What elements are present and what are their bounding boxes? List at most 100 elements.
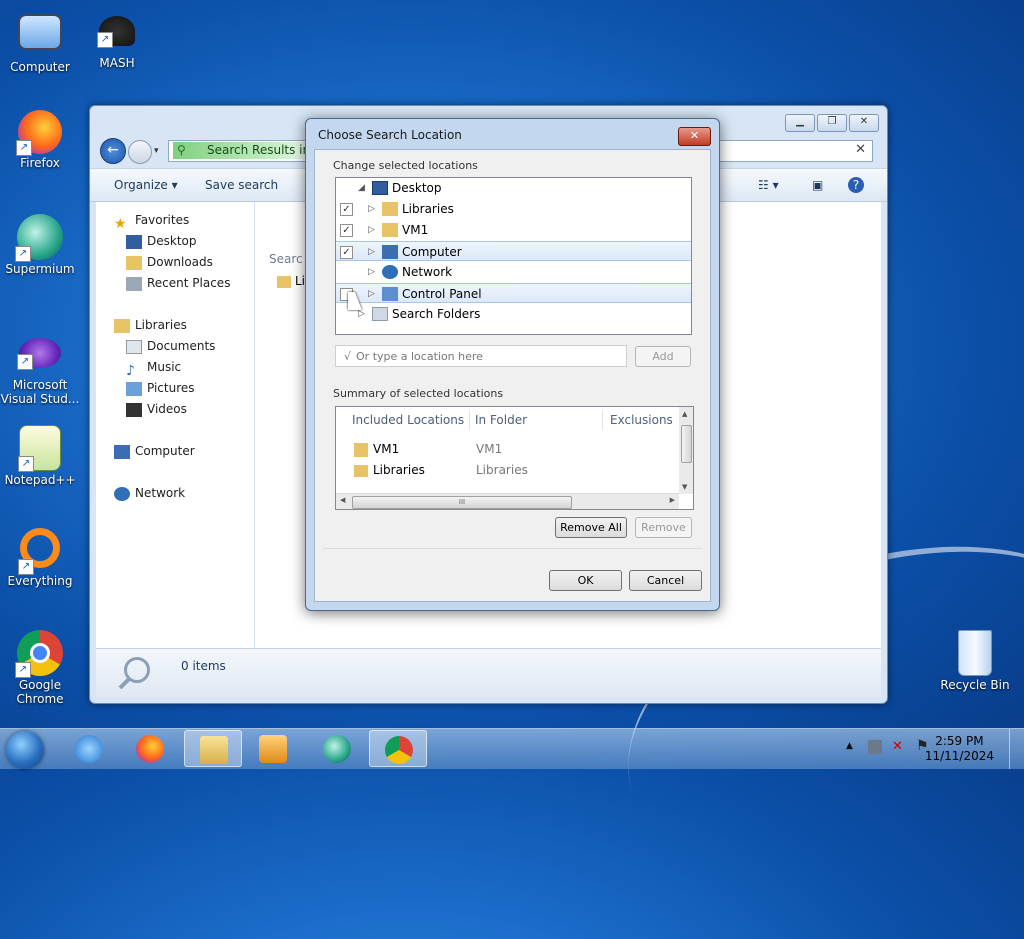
nav-music[interactable]: ♪ Music <box>126 357 181 379</box>
checkmark-icon: √ <box>344 350 352 363</box>
expand-icon[interactable]: ▷ <box>368 262 375 282</box>
tree-row-control-panel[interactable]: ▷ Control Panel <box>336 283 691 303</box>
desktop-icon-computer[interactable]: Computer <box>0 8 80 74</box>
tree-row-computer[interactable]: ✓ ▷ Computer <box>336 241 691 261</box>
desktop-icon-recycle-bin[interactable]: Recycle Bin <box>935 630 1015 692</box>
desktop-icon-firefox[interactable]: ↗ Firefox <box>0 110 80 170</box>
nav-recent-places[interactable]: Recent Places <box>126 273 230 293</box>
volume-muted-icon[interactable]: ✕ <box>892 739 903 754</box>
desktop-icon-visual-studio[interactable]: ↗ Microsoft Visual Stud... <box>0 330 80 406</box>
nav-documents[interactable]: Documents <box>126 336 215 356</box>
expand-icon[interactable]: ▷ <box>368 284 375 304</box>
ok-button[interactable]: OK <box>549 570 622 591</box>
nav-downloads[interactable]: Downloads <box>126 252 213 272</box>
show-hidden-icons[interactable]: ▲ <box>846 741 853 751</box>
desktop-icon-everything[interactable]: ↗ Everything <box>0 528 80 588</box>
scroll-down-icon[interactable]: ▼ <box>682 483 687 491</box>
scroll-right-icon[interactable]: ▶ <box>670 496 675 504</box>
taskbar-chrome[interactable] <box>369 730 427 767</box>
scroll-up-icon[interactable]: ▲ <box>682 410 687 418</box>
nav-libraries[interactable]: Libraries <box>114 315 187 335</box>
control-panel-icon <box>382 287 398 301</box>
desktop-icon-chrome[interactable]: ↗ Google Chrome <box>0 630 80 706</box>
desktop-icon-label: Notepad++ <box>4 473 76 487</box>
back-button[interactable]: ← <box>100 138 126 164</box>
nav-network[interactable]: Network <box>114 483 185 503</box>
start-button[interactable] <box>6 731 44 769</box>
collapse-icon[interactable]: ◢ <box>358 178 365 198</box>
libraries-icon <box>354 464 368 477</box>
network-tray-icon[interactable] <box>868 740 882 754</box>
add-button[interactable]: Add <box>635 346 691 367</box>
libraries-checkbox[interactable]: ✓ <box>340 203 353 216</box>
network-icon <box>114 486 130 501</box>
nav-computer[interactable]: Computer <box>114 441 195 461</box>
vertical-scrollbar[interactable]: ▲ ▼ <box>679 407 693 494</box>
desktop-icon-mash[interactable]: ↗ MASH <box>77 8 157 70</box>
expand-icon[interactable]: ▷ <box>368 242 375 262</box>
minimize-button[interactable]: ▁ <box>785 114 815 132</box>
vertical-scroll-thumb[interactable] <box>681 425 692 463</box>
forward-button[interactable] <box>128 140 152 164</box>
nav-favorites[interactable]: ★ Favorites <box>114 210 189 232</box>
tree-row-search-folders[interactable]: ▷ Search Folders <box>336 304 691 324</box>
downloads-icon <box>126 255 142 270</box>
preview-pane-icon[interactable]: ▣ <box>812 178 823 192</box>
organize-button[interactable]: Organize ▾ <box>114 178 178 192</box>
close-button[interactable]: ✕ <box>849 114 879 132</box>
location-input[interactable]: √ Or type a location here <box>335 345 627 367</box>
maximize-button[interactable]: ❐ <box>817 114 847 132</box>
tree-row-network[interactable]: ▷ Network <box>336 262 691 282</box>
column-in-folder[interactable]: In Folder <box>475 407 527 433</box>
tree-row-vm1[interactable]: ✓ ▷ VM1 <box>336 220 691 240</box>
desktop-icon-label: Computer <box>10 60 70 74</box>
recent-pages-chevron-icon[interactable]: ▾ <box>154 146 159 156</box>
tree-row-libraries[interactable]: ✓ ▷ Libraries <box>336 199 691 219</box>
show-desktop-button[interactable] <box>1009 729 1024 769</box>
remove-button[interactable]: Remove <box>635 517 692 538</box>
vm1-checkbox[interactable]: ✓ <box>340 224 353 237</box>
summary-row[interactable]: VM1 <box>354 439 399 459</box>
help-icon[interactable]: ? <box>848 177 864 193</box>
taskbar-media-player[interactable] <box>244 730 302 767</box>
taskbar-supermium[interactable] <box>308 730 366 767</box>
save-search-button[interactable]: Save search <box>205 178 278 192</box>
horizontal-scroll-thumb[interactable]: III <box>352 496 572 509</box>
desktop-icon-label: Recycle Bin <box>940 678 1010 692</box>
firefox-icon: ↗ <box>16 110 62 156</box>
computer-icon <box>18 14 62 50</box>
column-exclusions[interactable]: Exclusions <box>610 407 673 433</box>
expand-icon[interactable]: ▷ <box>368 220 375 240</box>
nav-videos[interactable]: Videos <box>126 399 187 419</box>
partial-library-item[interactable]: Li <box>277 274 305 288</box>
computer-checkbox[interactable]: ✓ <box>340 246 353 259</box>
column-included-locations[interactable]: Included Locations <box>352 407 464 433</box>
change-locations-label: Change selected locations <box>333 159 478 172</box>
scroll-left-icon[interactable]: ◀ <box>340 496 345 504</box>
desktop-icon-notepadpp[interactable]: ↗ Notepad++ <box>0 425 80 487</box>
taskbar-internet-explorer[interactable] <box>60 730 118 767</box>
view-options-icon[interactable]: ☷ ▾ <box>758 178 779 192</box>
tree-row-desktop[interactable]: ◢ Desktop <box>336 178 691 198</box>
clock[interactable]: 2:59 PM 11/11/2024 <box>925 734 994 764</box>
desktop-icon-supermium[interactable]: ↗ Supermium <box>0 214 80 276</box>
nav-desktop[interactable]: Desktop <box>126 231 197 251</box>
dialog-close-button[interactable]: ✕ <box>678 127 711 146</box>
remove-all-button[interactable]: Remove All <box>555 517 627 538</box>
media-player-icon <box>259 735 287 763</box>
network-icon <box>382 265 398 279</box>
taskbar-explorer[interactable] <box>184 730 242 767</box>
clear-search-icon[interactable]: ✕ <box>855 142 866 157</box>
nav-pictures[interactable]: Pictures <box>126 378 195 398</box>
cancel-button[interactable]: Cancel <box>629 570 702 591</box>
choose-search-location-dialog: Choose Search Location ✕ Change selected… <box>305 118 720 611</box>
expand-icon[interactable]: ▷ <box>368 199 375 219</box>
search-folder-icon <box>372 307 388 321</box>
taskbar-firefox[interactable] <box>121 730 179 767</box>
summary-row[interactable]: Libraries <box>354 460 425 480</box>
search-breadcrumb[interactable]: Search Results in C <box>173 142 323 159</box>
details-pane: 0 items <box>96 648 881 697</box>
computer-icon <box>382 245 398 259</box>
summary-row-folder: Libraries <box>476 463 528 477</box>
horizontal-scrollbar[interactable]: ◀ III ▶ <box>336 493 679 509</box>
